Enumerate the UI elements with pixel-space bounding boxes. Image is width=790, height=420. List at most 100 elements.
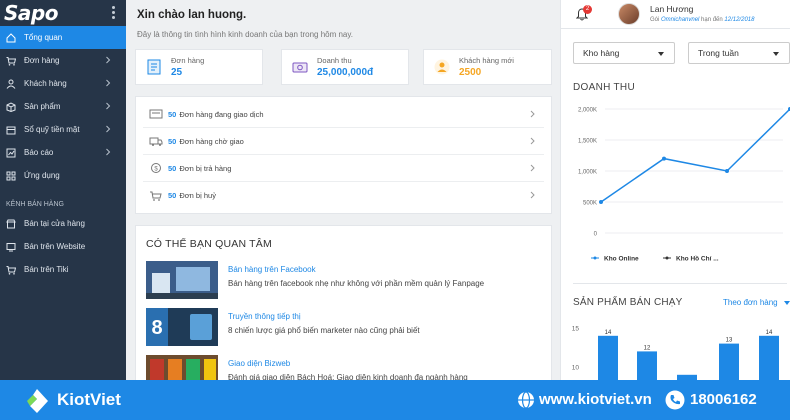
y-tick-label: 2,000K — [578, 108, 597, 114]
sidebar-channel-tiki[interactable]: Bán trên Tiki — [0, 258, 126, 281]
home-icon — [6, 32, 16, 43]
order-text: Đơn bị trả hàng — [179, 163, 232, 173]
sidebar-item-label: Bán trên Tiki — [24, 265, 69, 274]
right-panel: 2 Lan Hương Gói Omnichanvnel hạn đến 12/… — [560, 0, 790, 380]
store-select[interactable]: Kho hàng — [573, 42, 675, 64]
plan-date: 12/12/2018 — [724, 17, 755, 23]
y-tick-label: 500K — [583, 201, 597, 207]
phone-number[interactable]: 18006162 — [690, 391, 757, 408]
money-icon — [292, 62, 308, 73]
period-select[interactable]: Trong tuần — [688, 42, 790, 64]
caret-down-icon — [658, 52, 664, 56]
bar — [637, 351, 657, 380]
chart-icon — [6, 148, 16, 158]
interest-item-marketing[interactable]: 8 Truyền thông tiếp thị 8 chiến lược giá… — [146, 308, 546, 348]
stat-label: Khách hàng mới — [459, 56, 514, 65]
order-row-cancelled[interactable]: 50 Đơn bị huỷ — [143, 182, 544, 209]
sidebar-channel-website[interactable]: Bán trên Website — [0, 235, 126, 258]
user-topbar: 2 Lan Hương Gói Omnichanvnel hạn đến 12/… — [561, 0, 790, 29]
order-row-returned[interactable]: $50 Đơn bị trả hàng — [143, 155, 544, 182]
main-content: Xin chào lan huong. Đây là thông tin tìn… — [126, 0, 560, 393]
stat-value: 2500 — [459, 67, 482, 78]
website-link[interactable]: www.kiotviet.vn — [539, 391, 652, 408]
caret-down-icon — [783, 300, 790, 305]
y-tick-label: 15 — [572, 326, 580, 333]
sidebar-item-cashbook[interactable]: Sổ quỹ tiền mặt — [0, 118, 126, 141]
bestseller-bar-chart: 15 10 14 12 13 14 — [572, 326, 779, 380]
stat-card-new-customers[interactable]: Khách hàng mới 2500 — [423, 49, 552, 85]
sidebar-item-label: Sổ quỹ tiền mặt — [24, 125, 80, 134]
order-row-awaiting-delivery[interactable]: 50 Đơn hàng chờ giao — [143, 128, 544, 155]
sidebar-item-orders[interactable]: Đơn hàng — [0, 49, 126, 72]
sidebar-item-apps[interactable]: Ứng dụng — [0, 164, 126, 187]
order-status-list: 50 Đơn hàng đang giao dịch 50 Đơn hàng chờ … — [135, 96, 552, 214]
interest-item-facebook[interactable]: Bán hàng trên Facebook Bán hàng trên fac… — [146, 261, 546, 301]
interest-item-title[interactable]: Bán hàng trên Facebook — [228, 265, 316, 274]
interest-item-title[interactable]: Truyền thông tiếp thị — [228, 312, 301, 321]
transaction-icon — [149, 109, 163, 119]
sidebar-item-label: Ứng dụng — [24, 171, 60, 180]
facebook-thumbnail — [146, 261, 218, 299]
notification-badge: 2 — [583, 5, 592, 14]
bestseller-title: SẢN PHẨM BÁN CHẠY — [573, 297, 683, 308]
cart-icon — [6, 56, 16, 66]
order-text: Đơn bị huỷ — [179, 191, 216, 200]
order-count: 50 — [168, 191, 177, 200]
avatar[interactable] — [618, 3, 640, 25]
chevron-right-icon — [106, 56, 111, 64]
sidebar-item-label: Báo cáo — [24, 148, 54, 157]
bar — [759, 335, 779, 380]
order-row-in-transaction[interactable]: 50 Đơn hàng đang giao dịch — [143, 101, 544, 128]
globe-icon — [518, 391, 534, 409]
period-select-value: Trong tuần — [698, 48, 739, 58]
revenue-chart-title: DOANH THU — [573, 82, 635, 93]
order-text: Đơn hàng chờ giao — [179, 136, 244, 146]
data-point — [725, 169, 729, 173]
stat-label: Doanh thu — [317, 56, 352, 65]
y-tick-label: 0 — [594, 232, 598, 238]
order-count: 50 — [168, 163, 177, 173]
interest-title: CÓ THỂ BẠN QUAN TÂM — [146, 238, 272, 250]
phone-icon — [665, 390, 685, 410]
y-tick-label: 10 — [572, 365, 580, 372]
order-text: Đơn hàng đang giao dịch — [179, 109, 264, 119]
more-menu-icon[interactable] — [112, 6, 116, 21]
chevron-right-icon — [106, 125, 111, 133]
sidebar-item-products[interactable]: Sản phẩm — [0, 95, 126, 118]
sidebar-item-reports[interactable]: Báo cáo — [0, 141, 126, 164]
revenue-line-chart: 2,000K 1,500K 1,000K 500K 0 Kho Online Kho Hồ … — [578, 107, 790, 263]
data-point — [599, 200, 603, 204]
legend-marker — [665, 256, 669, 260]
bestseller-sort-label: Theo đơn hàng — [723, 298, 778, 307]
store-select-value: Kho hàng — [583, 48, 620, 58]
web-icon — [6, 242, 16, 252]
sidebar-channel-store[interactable]: Bán tại cửa hàng — [0, 212, 126, 235]
bar-data-label: 14 — [766, 330, 773, 336]
cart-cancel-icon — [150, 191, 162, 201]
data-point — [662, 156, 666, 161]
sidebar-item-label: Tổng quan — [24, 33, 63, 42]
sapo-logo[interactable]: Sapo — [4, 1, 58, 25]
sales-channel-list: Bán tại cửa hàng Bán trên Website Bán trên… — [0, 212, 126, 281]
sidebar-item-overview[interactable]: Tổng quan — [0, 26, 126, 49]
stat-card-revenue[interactable]: Doanh thu 25,000,000đ — [281, 49, 409, 85]
y-tick-label: 1,500K — [578, 139, 597, 145]
caret-down-icon — [773, 52, 779, 56]
interest-item-title[interactable]: Giao diện Bizweb — [228, 359, 290, 368]
kiotviet-brand: KiotViet — [57, 390, 121, 409]
sidebar-item-customers[interactable]: Khách hàng — [0, 72, 126, 95]
plan-mid: hạn đến — [701, 17, 723, 23]
plan-name: Omnichanvnel — [661, 17, 700, 23]
divider — [573, 283, 787, 284]
chevron-right-icon — [530, 164, 535, 172]
bestseller-sort-dropdown[interactable]: Theo đơn hàng — [723, 298, 790, 307]
series-line-kho-online — [600, 108, 790, 203]
chevron-right-icon — [530, 191, 535, 199]
stat-card-orders[interactable]: Đơn hàng 25 — [135, 49, 263, 85]
kiotviet-logo-icon — [27, 389, 48, 413]
plan-prefix: Gói — [650, 17, 660, 23]
user-name[interactable]: Lan Hương — [650, 4, 693, 14]
truck-icon — [149, 137, 163, 146]
stat-label: Đơn hàng — [171, 56, 205, 65]
legend-label: Kho Online — [604, 256, 639, 263]
